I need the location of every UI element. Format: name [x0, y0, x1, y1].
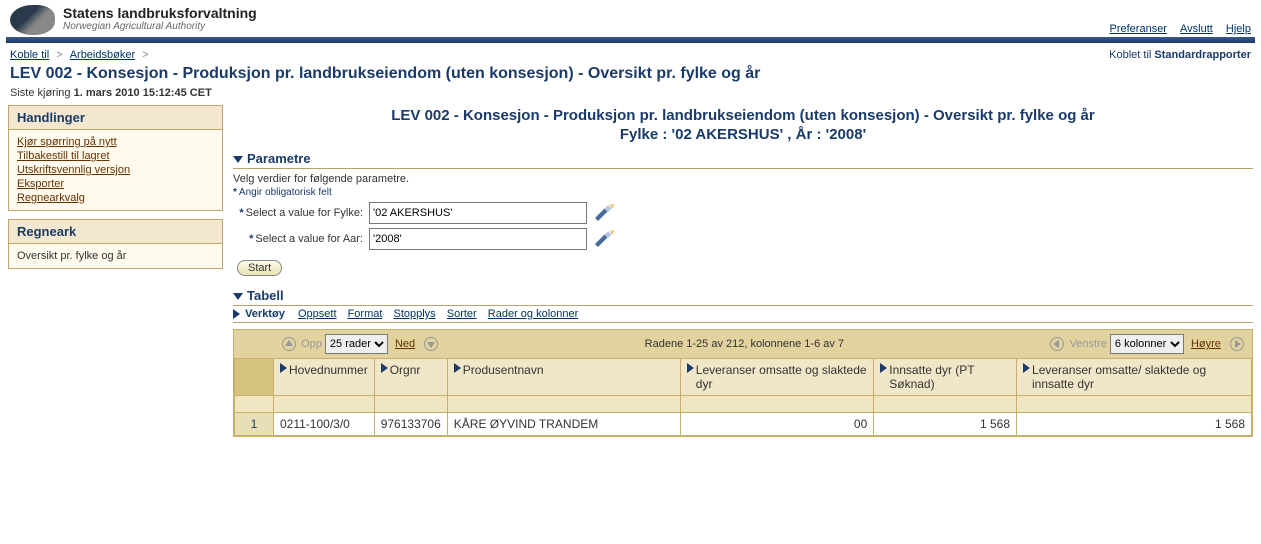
param-row-fylke: *Select a value for Fylke: [233, 202, 1253, 224]
header-links: Preferanser Avslutt Hjelp [1100, 5, 1252, 35]
page-down-icon[interactable] [424, 337, 438, 351]
header-row: Hovednummer Orgnr Produsentnavn Leverans… [235, 359, 1252, 396]
page-right-link[interactable]: Høyre [1191, 338, 1221, 350]
page-left-label: Venstre [1070, 338, 1107, 350]
toolbar-label: Verktøy [245, 308, 285, 320]
col-orgnr[interactable]: Orgnr [374, 359, 447, 396]
action-rerun[interactable]: Kjør spørring på nytt [17, 136, 214, 148]
cell-lev-omsatte: 00 [680, 413, 873, 436]
pager-bar: Opp 25 rader Ned Radene 1-25 av 212, kol… [234, 330, 1252, 358]
last-run-value: 1. mars 2010 15:12:45 CET [74, 87, 212, 99]
panel-handlinger-title: Handlinger [9, 106, 222, 129]
sort-icon [381, 363, 388, 373]
cell-lev-total: 1 568 [1017, 413, 1252, 436]
sub-header-row [235, 396, 1252, 413]
collapse-icon [233, 156, 243, 163]
tool-oppsett[interactable]: Oppsett [298, 308, 337, 320]
help-link[interactable]: Hjelp [1226, 23, 1251, 35]
panel-regneark-title: Regneark [9, 220, 222, 243]
table-row[interactable]: 1 0211-100/3/0 976133706 KÅRE ØYVIND TRA… [235, 413, 1252, 436]
page-right-icon[interactable] [1230, 337, 1244, 351]
sort-icon [280, 363, 287, 373]
page-up-label: Opp [301, 338, 322, 350]
tool-stopplys[interactable]: Stopplys [393, 308, 435, 320]
brand-subtitle: Norwegian Agricultural Authority [63, 21, 257, 32]
crumb-workbooks[interactable]: Arbeidsbøker [70, 49, 135, 61]
brand-block: Statens landbruksforvaltning Norwegian A… [63, 5, 257, 32]
corner-cell [235, 359, 274, 396]
param-aar-input[interactable] [369, 228, 587, 250]
panel-regneark: Regneark Oversikt pr. fylke og år [8, 219, 223, 269]
connected-label: Koblet til [1109, 49, 1151, 61]
start-button[interactable]: Start [237, 260, 282, 276]
section-parametre[interactable]: Parametre [233, 149, 1253, 169]
pager-status: Radene 1-25 av 212, kolonnene 1-6 av 7 [440, 338, 1048, 350]
crumb-sep: > [139, 49, 148, 61]
tool-sorter[interactable]: Sorter [447, 308, 477, 320]
crumb-sep: > [53, 49, 66, 61]
logout-link[interactable]: Avslutt [1180, 23, 1213, 35]
connected-to: Koblet til Standardrapporter [1109, 49, 1251, 61]
sort-icon [687, 363, 694, 373]
col-hovednummer[interactable]: Hovednummer [274, 359, 375, 396]
collapse-icon [233, 293, 243, 300]
page-down-link[interactable]: Ned [395, 338, 415, 350]
cols-per-page-select[interactable]: 6 kolonner [1110, 334, 1184, 354]
sort-icon [880, 363, 887, 373]
col-produsentnavn[interactable]: Produsentnavn [447, 359, 680, 396]
param-fylke-input[interactable] [369, 202, 587, 224]
crumb-connect[interactable]: Koble til [10, 49, 49, 61]
required-note: *Angir obligatorisk felt [233, 187, 1253, 198]
cell-produsent: KÅRE ØYVIND TRANDEM [447, 413, 680, 436]
param-hint: Velg verdier for følgende parametre. [233, 173, 1253, 185]
sort-icon [1023, 363, 1030, 373]
flashlight-icon[interactable] [593, 230, 615, 248]
cell-innsatte: 1 568 [874, 413, 1017, 436]
param-row-aar: *Select a value for Aar: [233, 228, 1253, 250]
section-tabell[interactable]: Tabell [233, 286, 1253, 306]
expand-icon [233, 309, 240, 319]
brand-title: Statens landbruksforvaltning [63, 5, 257, 21]
page-title: LEV 002 - Konsesjon - Produksjon pr. lan… [0, 63, 1261, 87]
param-aar-label: Select a value for Aar: [255, 233, 363, 245]
report-title-1: LEV 002 - Konsesjon - Produksjon pr. lan… [233, 107, 1253, 124]
page-left-disabled-icon [1050, 337, 1064, 351]
cell-orgnr: 976133706 [374, 413, 447, 436]
sheet-oversikt[interactable]: Oversikt pr. fylke og år [17, 250, 214, 262]
report-title-2: Fylke : '02 AKERSHUS' , År : '2008' [233, 126, 1253, 143]
tool-rader[interactable]: Rader og kolonner [488, 308, 579, 320]
col-leveranser-total[interactable]: Leveranser omsatte/ slaktede og innsatte… [1017, 359, 1252, 396]
data-grid: Hovednummer Orgnr Produsentnavn Leverans… [234, 358, 1252, 436]
cell-hovednummer: 0211-100/3/0 [274, 413, 375, 436]
flashlight-icon[interactable] [593, 204, 615, 222]
action-sheet-options[interactable]: Regnearkvalg [17, 192, 214, 204]
prefs-link[interactable]: Preferanser [1110, 23, 1167, 35]
table-toolbar: Verktøy Oppsett Format Stopplys Sorter R… [233, 306, 1253, 323]
grid-wrapper: Opp 25 rader Ned Radene 1-25 av 212, kol… [233, 329, 1253, 437]
panel-handlinger: Handlinger Kjør spørring på nytt Tilbake… [8, 105, 223, 211]
rows-per-page-select[interactable]: 25 rader [325, 334, 388, 354]
col-innsatte[interactable]: Innsatte dyr (PT Søknad) [874, 359, 1017, 396]
param-fylke-label: Select a value for Fylke: [246, 207, 363, 219]
row-number: 1 [235, 413, 274, 436]
action-export[interactable]: Eksporter [17, 178, 214, 190]
agency-logo [10, 5, 55, 35]
page-up-disabled-icon [282, 337, 296, 351]
tool-format[interactable]: Format [348, 308, 383, 320]
breadcrumb: Koble til > Arbeidsbøker > Koblet til St… [0, 43, 1261, 63]
connected-value: Standardrapporter [1154, 49, 1251, 61]
col-leveranser-omsatte[interactable]: Leveranser omsatte og slaktede dyr [680, 359, 873, 396]
action-reset[interactable]: Tilbakestill til lagret [17, 150, 214, 162]
sort-icon [454, 363, 461, 373]
action-print[interactable]: Utskriftsvennlig versjon [17, 164, 214, 176]
last-run-label: Siste kjøring [10, 87, 71, 99]
last-run: Siste kjøring 1. mars 2010 15:12:45 CET [0, 87, 1261, 105]
